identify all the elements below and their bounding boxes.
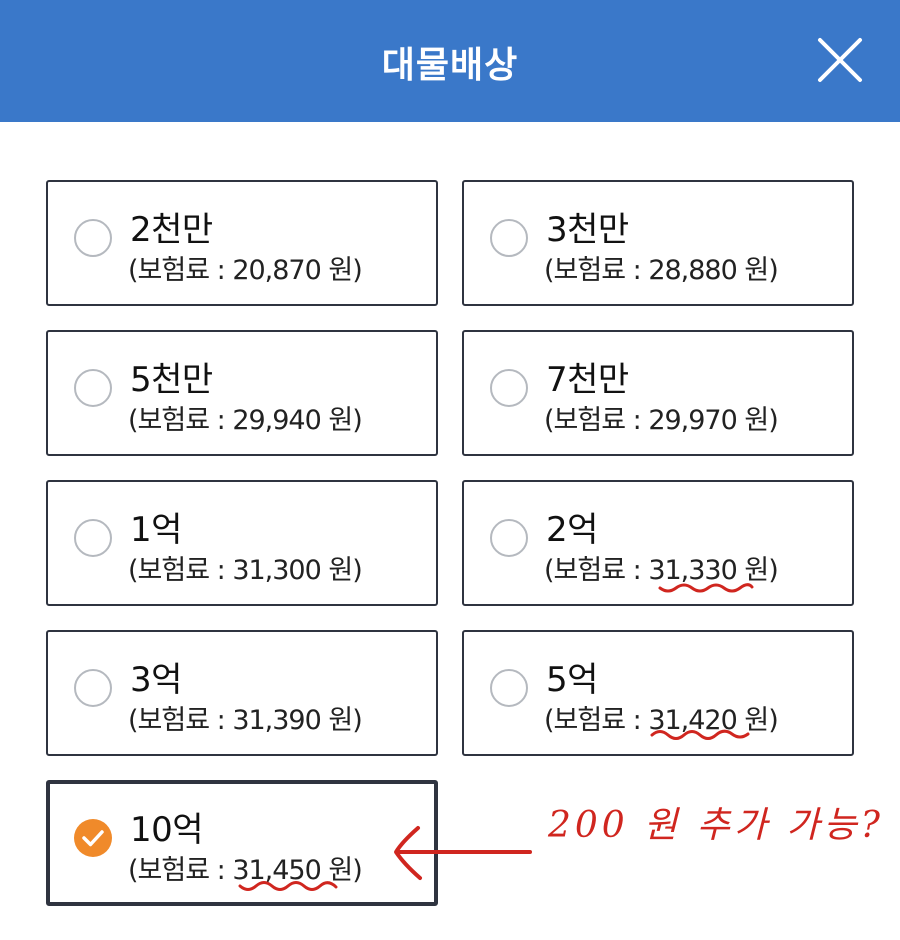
option-amount: 5억 <box>546 660 598 700</box>
option-amount: 5천만 <box>130 360 213 400</box>
option-premium: (보험료 : 28,880 원) <box>544 255 779 286</box>
radio-button[interactable] <box>74 369 112 407</box>
red-underline-scribble <box>658 583 754 593</box>
radio-button[interactable] <box>74 669 112 707</box>
option-premium: (보험료 : 20,870 원) <box>128 255 363 286</box>
close-icon <box>818 38 862 82</box>
option-premium: (보험료 : 31,300 원) <box>128 555 363 586</box>
option-500m[interactable]: 5억 (보험료 : 31,420 원) <box>462 630 854 756</box>
option-amount: 1억 <box>130 510 182 550</box>
check-icon <box>82 830 104 847</box>
page-title: 대물배상 <box>381 45 519 86</box>
radio-button-checked[interactable] <box>74 819 112 857</box>
option-amount: 3억 <box>130 660 182 700</box>
option-300m[interactable]: 3억 (보험료 : 31,390 원) <box>46 630 438 756</box>
red-arrow-annotation <box>394 826 532 880</box>
radio-button[interactable] <box>74 219 112 257</box>
radio-button[interactable] <box>490 519 528 557</box>
option-amount: 10억 <box>130 810 204 850</box>
option-50m[interactable]: 5천만 (보험료 : 29,940 원) <box>46 330 438 456</box>
handwritten-note: 200 원 추가 가능? <box>548 805 884 846</box>
option-100m[interactable]: 1억 (보험료 : 31,300 원) <box>46 480 438 606</box>
red-underline-scribble <box>238 881 338 891</box>
close-button[interactable] <box>812 32 868 88</box>
red-underline-scribble <box>650 729 750 740</box>
option-200m[interactable]: 2억 (보험료 : 31,330 원) <box>462 480 854 606</box>
page: 대물배상 2천만 (보험료 : 20,870 원) 3천만 (보험료 : 28,… <box>0 0 900 940</box>
option-premium: (보험료 : 29,940 원) <box>128 405 363 436</box>
option-amount: 7천만 <box>546 360 629 400</box>
option-30m[interactable]: 3천만 (보험료 : 28,880 원) <box>462 180 854 306</box>
modal-header: 대물배상 <box>0 0 900 122</box>
radio-button[interactable] <box>490 219 528 257</box>
option-amount: 2천만 <box>130 210 213 250</box>
radio-button[interactable] <box>490 669 528 707</box>
radio-button[interactable] <box>490 369 528 407</box>
option-premium: (보험료 : 29,970 원) <box>544 405 779 436</box>
option-premium: (보험료 : 31,390 원) <box>128 705 363 736</box>
option-70m[interactable]: 7천만 (보험료 : 29,970 원) <box>462 330 854 456</box>
option-20m[interactable]: 2천만 (보험료 : 20,870 원) <box>46 180 438 306</box>
radio-button[interactable] <box>74 519 112 557</box>
option-amount: 2억 <box>546 510 598 550</box>
option-amount: 3천만 <box>546 210 629 250</box>
option-1b-selected[interactable]: 10억 (보험료 : 31,450 원) <box>46 780 438 906</box>
